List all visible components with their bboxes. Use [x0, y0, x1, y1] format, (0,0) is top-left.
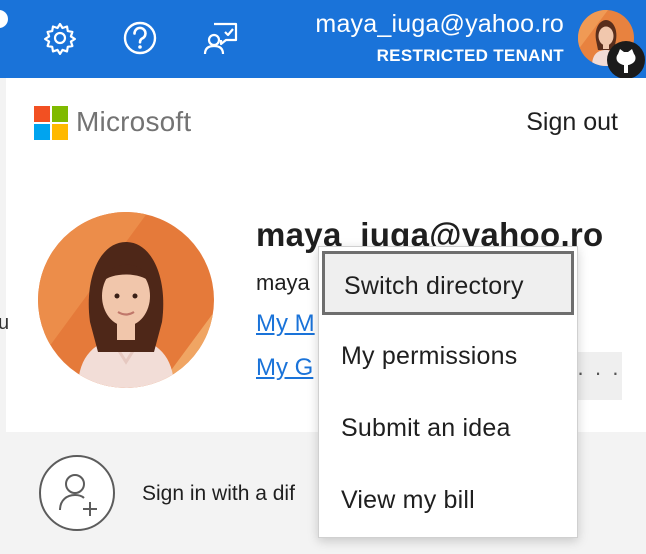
my-account-link[interactable]: My M — [256, 310, 315, 338]
account-options-menu: Switch directory My permissions Submit a… — [318, 246, 578, 538]
account-email: maya — [256, 270, 310, 295]
add-account-icon[interactable] — [38, 454, 116, 532]
menu-item-submit-idea[interactable]: Submit an idea — [319, 393, 577, 463]
portal-menu-dot[interactable] — [0, 10, 8, 28]
background-cutoff-text: u — [0, 312, 10, 334]
github-icon[interactable] — [606, 40, 646, 80]
top-bar: maya_iuga@yahoo.ro RESTRICTED TENANT — [0, 0, 646, 80]
menu-item-my-permissions[interactable]: My permissions — [319, 321, 577, 391]
sign-out-link[interactable]: Sign out — [526, 108, 618, 137]
help-icon[interactable] — [120, 18, 160, 58]
profile-avatar — [38, 212, 214, 388]
user-name[interactable]: maya_iuga@yahoo.ro — [315, 10, 564, 39]
feedback-icon[interactable] — [200, 18, 240, 58]
menu-item-switch-directory[interactable]: Switch directory — [322, 251, 574, 315]
tenant-label: RESTRICTED TENANT — [376, 46, 564, 65]
menu-item-view-bill[interactable]: View my bill — [319, 465, 577, 535]
my-groups-link[interactable]: My G — [256, 354, 313, 382]
sign-in-other-account[interactable]: Sign in with a dif — [142, 482, 295, 506]
more-options-button[interactable]: · · · — [576, 352, 622, 400]
microsoft-logo-icon — [34, 106, 68, 140]
brand-name: Microsoft — [76, 106, 192, 137]
gear-icon[interactable] — [40, 18, 80, 58]
